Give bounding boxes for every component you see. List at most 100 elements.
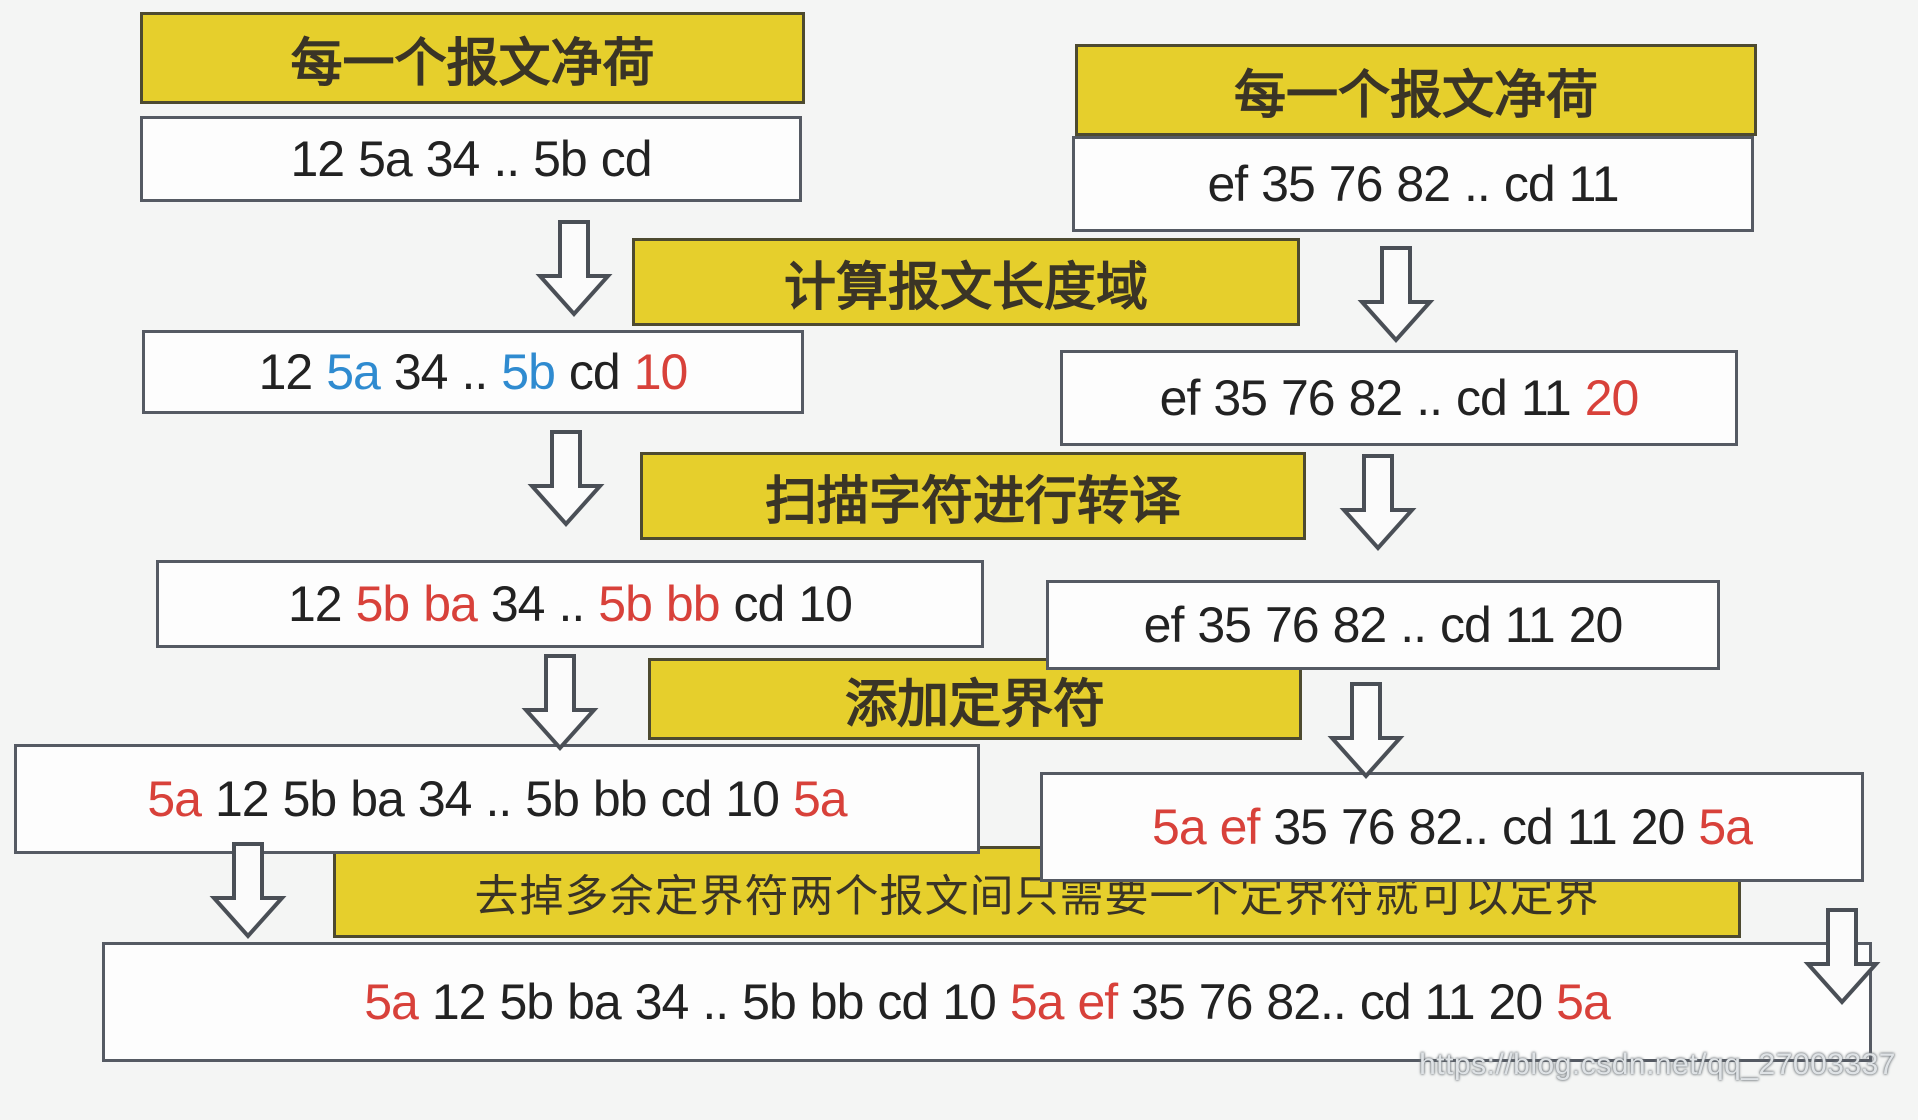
byte-token: cd [1440,597,1492,653]
down-arrow-icon [534,218,614,318]
byte-token: 35 [1261,156,1316,212]
row-box: 12 5a 34.. 5b cd 10 [142,330,804,414]
byte-token: 34 [425,131,481,187]
byte-token: 76 [1340,799,1396,855]
byte-token: ba [567,974,622,1030]
byte-token: 12 [258,344,314,400]
byte-token: ef [1077,974,1118,1030]
byte-token: 5a [147,771,202,827]
byte-token: cd [1456,370,1508,426]
byte-token: 5a [326,344,381,400]
byte-token: .. [461,344,489,400]
row-box: 5a 12 5b ba 34.. 5b bb cd 10 5a [14,744,980,854]
byte-token: 10 [942,974,997,1030]
byte-token: .. [485,771,513,827]
byte-token: 76 [1280,370,1336,426]
down-arrow-icon [1338,452,1418,552]
byte-token: 5a [792,771,848,827]
byte-token: 10 [633,344,689,400]
byte-token: cd [1359,974,1412,1030]
byte-token: 5b [282,771,338,827]
byte-token: 34 [417,771,473,827]
down-arrow-icon [1356,244,1436,344]
down-arrow-icon [526,428,606,528]
byte-token: 5b [525,771,580,827]
byte-token: .. [493,131,520,187]
payload-label-right: 每一个报文净荷 [1075,44,1757,136]
byte-token: bb [665,576,721,632]
byte-token: 12 [431,974,487,1030]
byte-token: 12 [290,131,345,187]
down-arrow-icon [520,652,600,752]
byte-token: 5b [355,576,411,632]
byte-token: cd [660,771,713,827]
byte-token: ba [350,771,405,827]
byte-token: 76 [1328,156,1384,212]
byte-token: 5b [742,974,797,1030]
byte-token: bb [592,771,648,827]
byte-token: 11 [1424,974,1476,1030]
byte-token: ef [1219,799,1261,855]
row-box: 5a ef 35 76 82.. cd 11 20 5a [1040,772,1864,882]
byte-token: ef [1143,597,1185,653]
byte-token: cd [568,344,621,400]
byte-token: .. [1464,156,1491,212]
byte-token: 82 [1348,370,1404,426]
byte-token: cd [1503,156,1556,212]
byte-token: .. [1400,597,1427,653]
byte-token: 11 [1504,597,1556,653]
payload-label-left: 每一个报文净荷 [140,12,805,104]
byte-token: 5a [364,974,419,1030]
byte-token: .. [702,974,729,1030]
step-label-escape-scan: 扫描字符进行转译 [640,452,1306,540]
byte-token: 82 [1332,597,1388,653]
byte-token: cd [1502,799,1554,855]
frame-encapsulation-diagram: 每一个报文净荷 每一个报文净荷 计算报文长度域 扫描字符进行转译 添加定界符 去… [0,0,1918,1120]
byte-token: 5a [358,131,413,187]
byte-token: ef [1159,370,1201,426]
byte-token: 20 [1568,597,1624,653]
down-arrow-icon [1326,680,1406,780]
byte-token: 5a [1009,974,1065,1030]
row-box: 12 5b ba 34.. 5b bb cd 10 [156,560,984,648]
byte-token: 82 [1396,156,1451,212]
step-label-add-delimiter: 添加定界符 [648,658,1302,740]
byte-token: bb [809,974,865,1030]
byte-token: 34 [393,344,449,400]
byte-token: 82.. [1266,974,1346,1030]
down-arrow-icon [1802,906,1882,1006]
byte-token: cd [877,974,929,1030]
byte-token: 5b [501,344,556,400]
byte-token: 82.. [1408,799,1489,855]
byte-token: .. [1416,370,1443,426]
byte-token: 76 [1198,974,1254,1030]
row-box: ef 35 76 82.. cd 11 20 [1060,350,1738,446]
byte-token: .. [558,576,586,632]
row-box: ef 35 76 82.. cd 11 20 [1046,580,1720,670]
byte-token: 10 [798,576,853,632]
byte-token: 10 [725,771,780,827]
row-box: 12 5a 34.. 5b cd [140,116,802,202]
row-box: ef 35 76 82.. cd 11 [1072,136,1754,232]
byte-token: 11 [1520,370,1572,426]
byte-token: 20 [1488,974,1544,1030]
byte-token: ef [1207,156,1248,212]
byte-token: ba [423,576,478,632]
watermark: https://blog.csdn.net/qq_27003337 [1419,1048,1896,1081]
byte-token: 35 [1197,597,1252,653]
down-arrow-icon [208,840,288,940]
row-box: 5a 12 5b ba 34.. 5b bb cd 10 5a ef 35 76 82.. cd 11 20 5a [102,942,1872,1062]
byte-token: 20 [1630,799,1686,855]
byte-token: 34 [490,576,546,632]
byte-token: 5a [1556,974,1611,1030]
byte-token: 76 [1264,597,1320,653]
byte-token: 12 [288,576,343,632]
byte-token: 5b [499,974,554,1030]
step-label-compute-length: 计算报文长度域 [632,238,1300,326]
byte-token: cd [600,131,653,187]
byte-token: 5b [533,131,588,187]
byte-token: 11 [1566,799,1618,855]
byte-token: 35 [1131,974,1186,1030]
byte-token: 35 [1273,799,1328,855]
byte-token: 20 [1584,370,1640,426]
